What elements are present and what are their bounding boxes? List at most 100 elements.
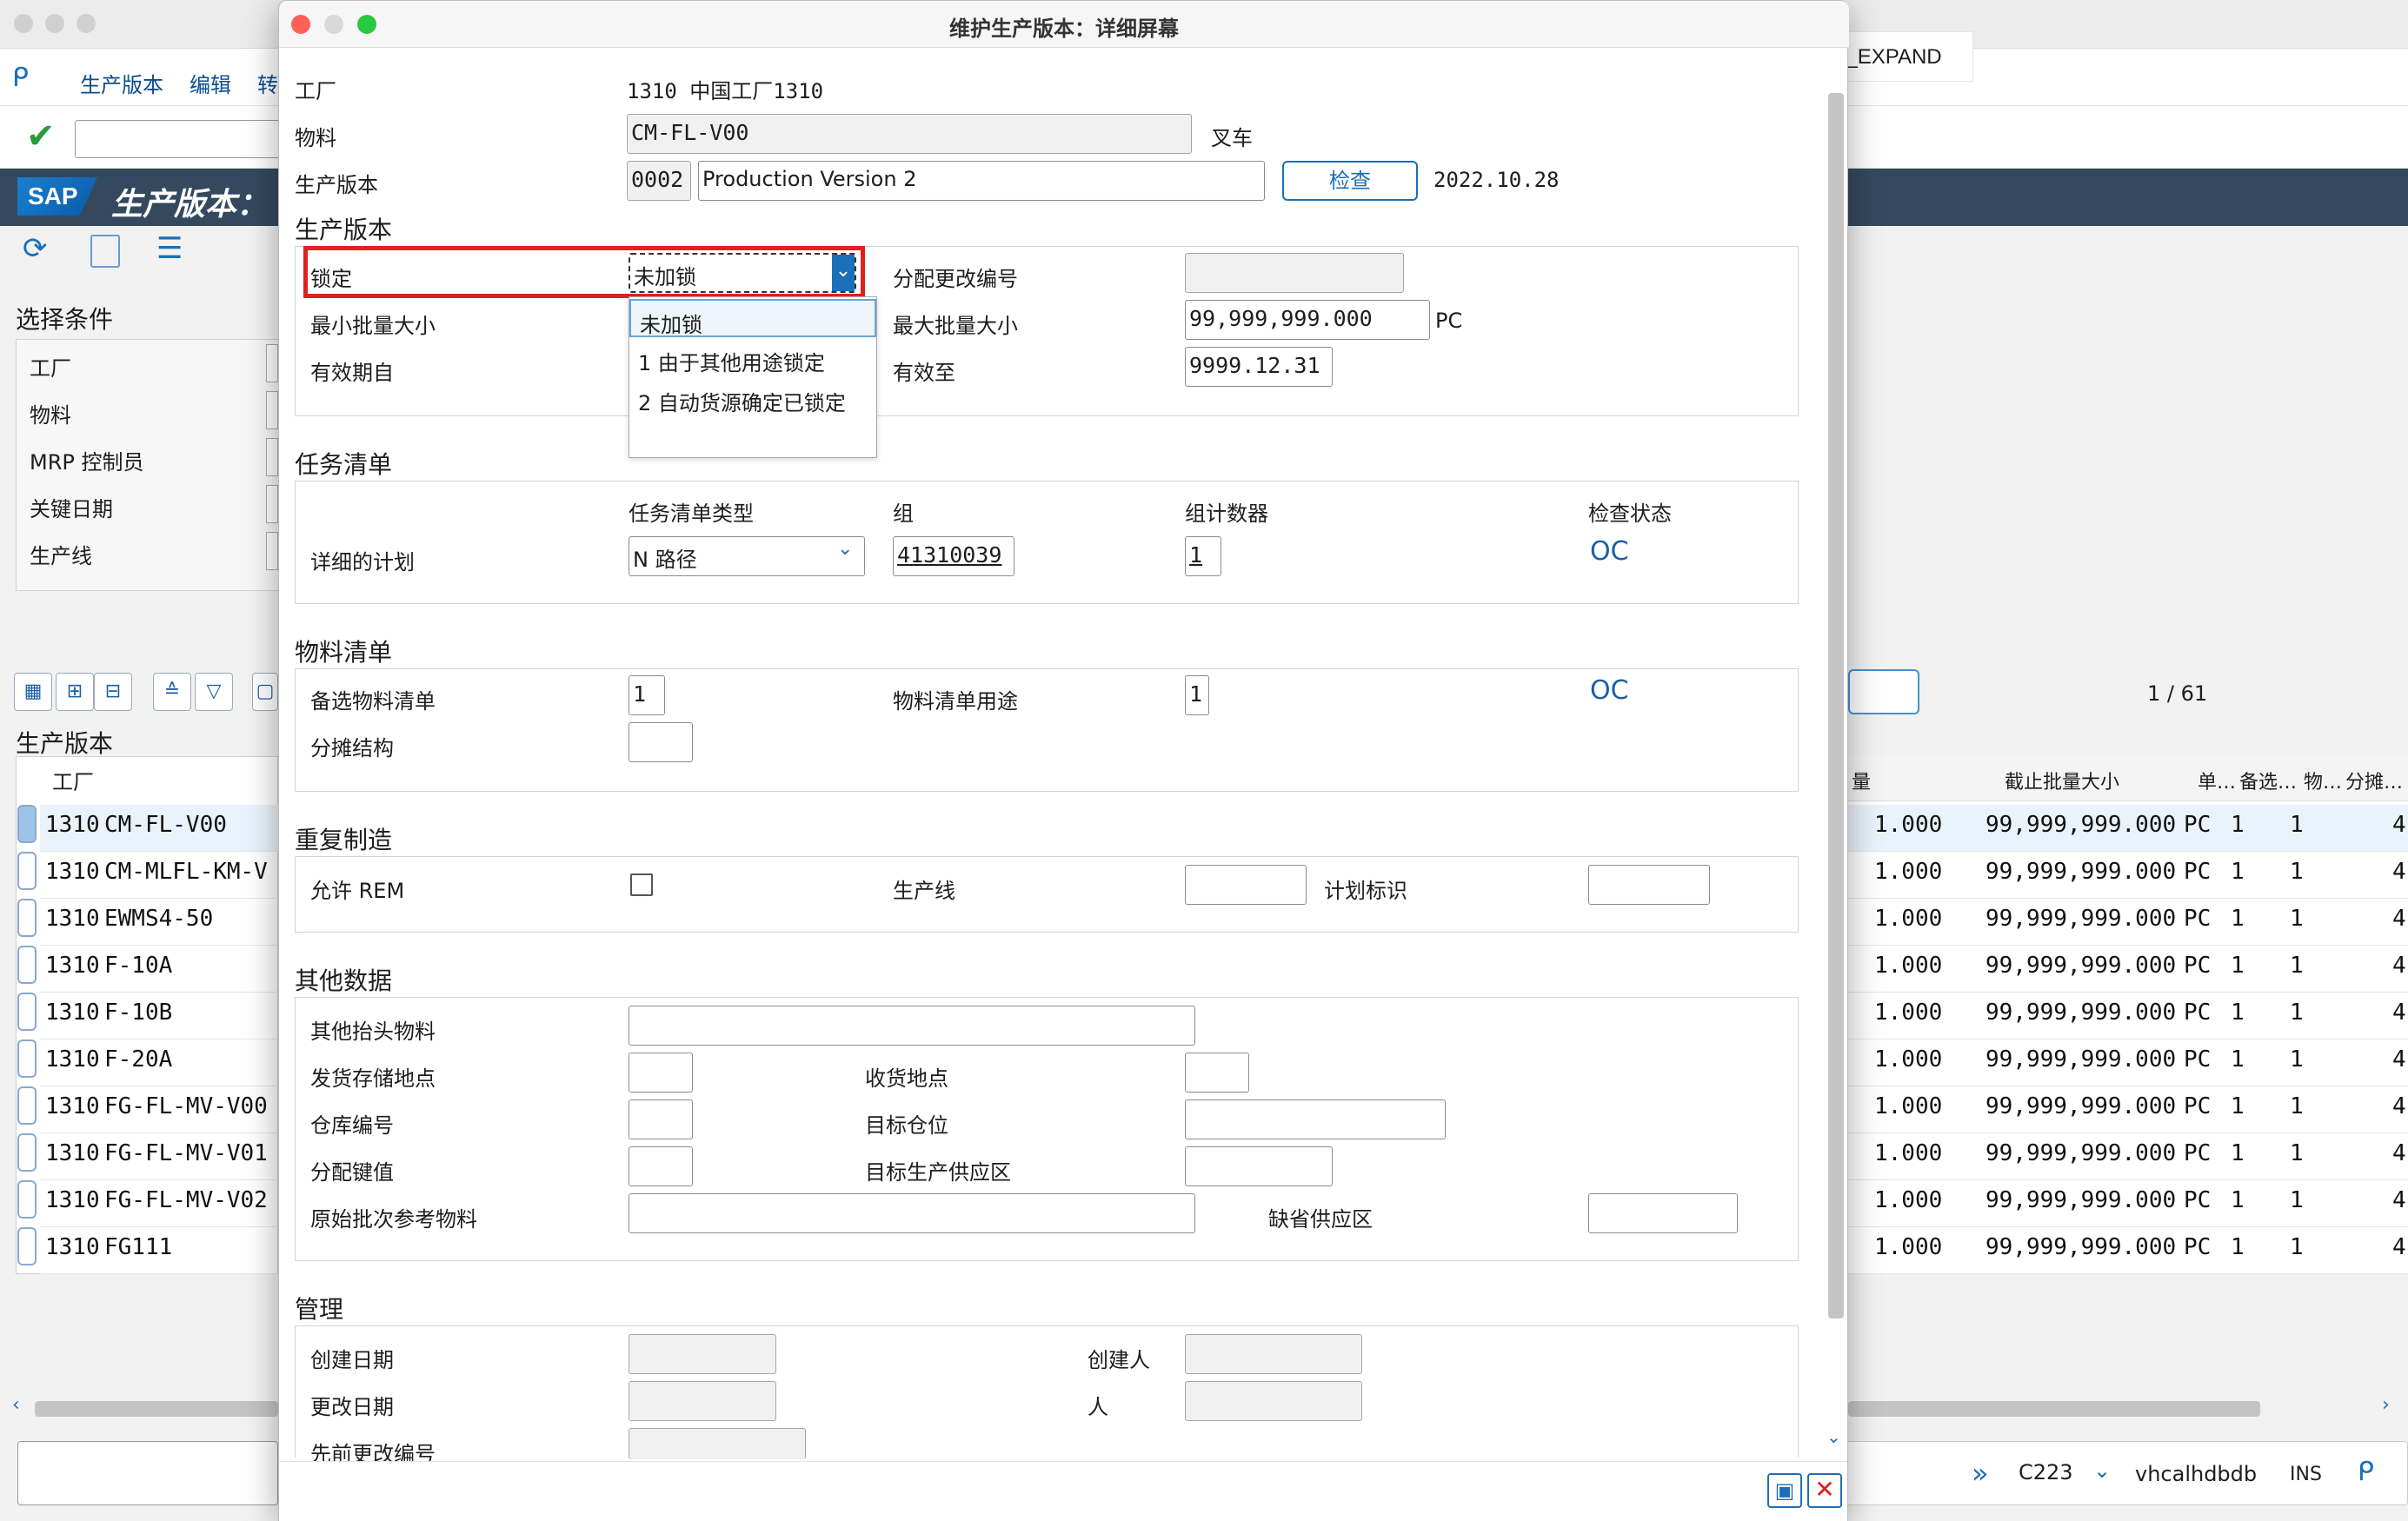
grid-details-button[interactable]: ▦ <box>14 673 52 711</box>
bg-page-title: 生产版本： <box>111 186 269 222</box>
grid-search-field[interactable] <box>1848 669 1919 714</box>
row-bom: 1 <box>2290 1187 2304 1213</box>
row-selector[interactable] <box>17 1133 37 1172</box>
sap-menu-icon[interactable]: ᑭ <box>12 63 29 93</box>
row-selector[interactable] <box>17 852 37 890</box>
grid-select-all-button[interactable]: ⊞ <box>56 673 94 711</box>
grid-more-button[interactable]: ▢ <box>252 673 278 711</box>
detail-dialog: 维护生产版本：详细屏幕 工厂 1310 中国工厂1310 物料 CM-FL-V0… <box>278 0 1849 1521</box>
prod-line-field[interactable] <box>1185 865 1307 905</box>
row-selector[interactable] <box>17 805 37 843</box>
document-icon[interactable] <box>90 235 120 268</box>
row-plant: 1310 <box>45 1046 100 1073</box>
alt-bom-field[interactable]: 1 <box>629 675 665 715</box>
allow-rem-checkbox[interactable] <box>630 873 653 896</box>
row-alt: 1 <box>2231 1093 2245 1119</box>
apportion-field[interactable] <box>629 722 693 762</box>
routing-type-header: 任务清单类型 <box>629 501 754 526</box>
bom-status-icon[interactable]: OC <box>1590 675 1629 706</box>
row-selector[interactable] <box>17 1227 37 1265</box>
scroll-right-icon[interactable]: › <box>2382 1394 2390 1416</box>
enter-check-icon[interactable]: ✔ <box>26 116 56 156</box>
changed-by-field[interactable] <box>1185 1381 1362 1421</box>
sel-material-input[interactable] <box>266 391 278 429</box>
check-button[interactable]: 检查 <box>1282 161 1418 201</box>
system-dropdown-icon[interactable]: ⌄ <box>2093 1458 2111 1483</box>
version-label: 生产版本 <box>295 173 378 197</box>
status-message-field <box>17 1441 278 1505</box>
receive-point-field[interactable] <box>1185 1053 1249 1093</box>
grid-sort-asc-button[interactable]: ≙ <box>153 673 191 711</box>
row-selector[interactable] <box>17 1039 37 1078</box>
target-bin-field[interactable] <box>1185 1099 1446 1139</box>
row-bom: 1 <box>2290 906 2304 932</box>
changed-by-label: 人 <box>1088 1395 1108 1419</box>
col-header-alt: 备选… <box>2239 772 2298 794</box>
menu-production-version[interactable]: 生产版本 <box>80 68 163 98</box>
prev-change-no-field[interactable] <box>629 1428 806 1459</box>
menu-edit[interactable]: 编辑 <box>190 68 231 98</box>
grid-deselect-button[interactable]: ⊟ <box>94 673 132 711</box>
row-selector[interactable] <box>17 899 37 937</box>
bom-usage-field[interactable]: 1 <box>1185 675 1209 715</box>
routing-type-dropdown[interactable]: N 路径 <box>629 536 865 576</box>
warehouse-field[interactable] <box>629 1099 693 1139</box>
change-no-field[interactable] <box>1185 253 1404 293</box>
host-name: vhcalhdbdb <box>2135 1462 2258 1486</box>
sel-key-date-input[interactable] <box>266 485 278 523</box>
grid-filter-button[interactable]: ▽ <box>195 673 233 711</box>
created-on-field[interactable] <box>629 1334 776 1374</box>
routing-counter-field[interactable]: 1 <box>1185 536 1221 576</box>
row-selector[interactable] <box>17 946 37 984</box>
sel-plant-input[interactable] <box>266 344 278 382</box>
distribution-key-field[interactable] <box>629 1146 693 1186</box>
orig-batch-ref-field[interactable] <box>629 1193 1195 1233</box>
row-selector[interactable] <box>17 1180 37 1219</box>
row-selector[interactable] <box>17 1086 37 1125</box>
lock-option-source-determination[interactable]: 2 自动货源确定已锁定 <box>629 379 876 417</box>
system-id: C223 <box>2019 1460 2073 1484</box>
row-material: FG-FL-MV-V02 <box>104 1187 268 1213</box>
material-field[interactable]: CM-FL-V00 <box>627 114 1192 154</box>
save-icon[interactable]: ▣ <box>1767 1473 1802 1508</box>
row-min-lot: 1.000 <box>1874 1140 1943 1166</box>
sel-mrp-input[interactable] <box>266 438 278 476</box>
routing-status-icon[interactable]: OC <box>1590 536 1629 567</box>
valid-to-field[interactable]: 9999.12.31 <box>1185 347 1333 387</box>
target-supply-area-field[interactable] <box>1185 1146 1333 1186</box>
created-on-label: 创建日期 <box>310 1348 394 1372</box>
expand-status-icon[interactable]: » <box>1972 1457 1989 1490</box>
command-field[interactable] <box>75 120 283 158</box>
plan-id-field[interactable] <box>1588 865 1710 905</box>
lock-option-other-use[interactable]: 1 由于其他用途锁定 <box>629 339 876 377</box>
menu-goto[interactable]: 转 <box>257 68 278 98</box>
version-description-field[interactable]: Production Version 2 <box>698 161 1265 201</box>
scroll-left-icon[interactable]: ‹ <box>12 1394 20 1416</box>
default-supply-area-field[interactable] <box>1588 1193 1738 1233</box>
row-alt: 1 <box>2231 953 2245 979</box>
list-icon[interactable]: ☰ <box>156 231 183 266</box>
routing-type-chevron-icon[interactable]: ⌄ <box>837 538 853 560</box>
refresh-icon[interactable]: ⟳ <box>23 231 48 266</box>
lock-option-unlocked[interactable]: 未加锁 <box>629 299 876 337</box>
issue-sloc-field[interactable] <box>629 1053 693 1093</box>
bg-zoom-button[interactable] <box>76 14 96 33</box>
row-material: FG-FL-MV-V01 <box>104 1140 268 1166</box>
grid-hscrollbar-left[interactable] <box>35 1401 278 1417</box>
cancel-icon[interactable]: ✕ <box>1807 1473 1842 1508</box>
dialog-title: 维护生产版本：详细屏幕 <box>949 17 1179 41</box>
sap-status-icon[interactable]: ᑭ <box>2358 1457 2374 1487</box>
scroll-down-icon[interactable]: ⌄ <box>1826 1426 1841 1447</box>
created-by-field[interactable] <box>1185 1334 1362 1374</box>
sel-line-input[interactable] <box>266 532 278 570</box>
bg-minimize-button[interactable] <box>45 14 64 33</box>
version-field[interactable]: 0002 <box>627 161 691 201</box>
bg-close-button[interactable] <box>14 14 33 33</box>
max-lot-field[interactable]: 99,999,999.000 <box>1185 300 1430 340</box>
routing-group-field[interactable]: 41310039 <box>893 536 1014 576</box>
dialog-vscrollbar[interactable] <box>1828 93 1844 1318</box>
other-header-mat-field[interactable] <box>629 1006 1195 1046</box>
row-selector[interactable] <box>17 993 37 1031</box>
changed-on-field[interactable] <box>629 1381 776 1421</box>
grid-hscrollbar-right[interactable] <box>1848 1401 2260 1417</box>
